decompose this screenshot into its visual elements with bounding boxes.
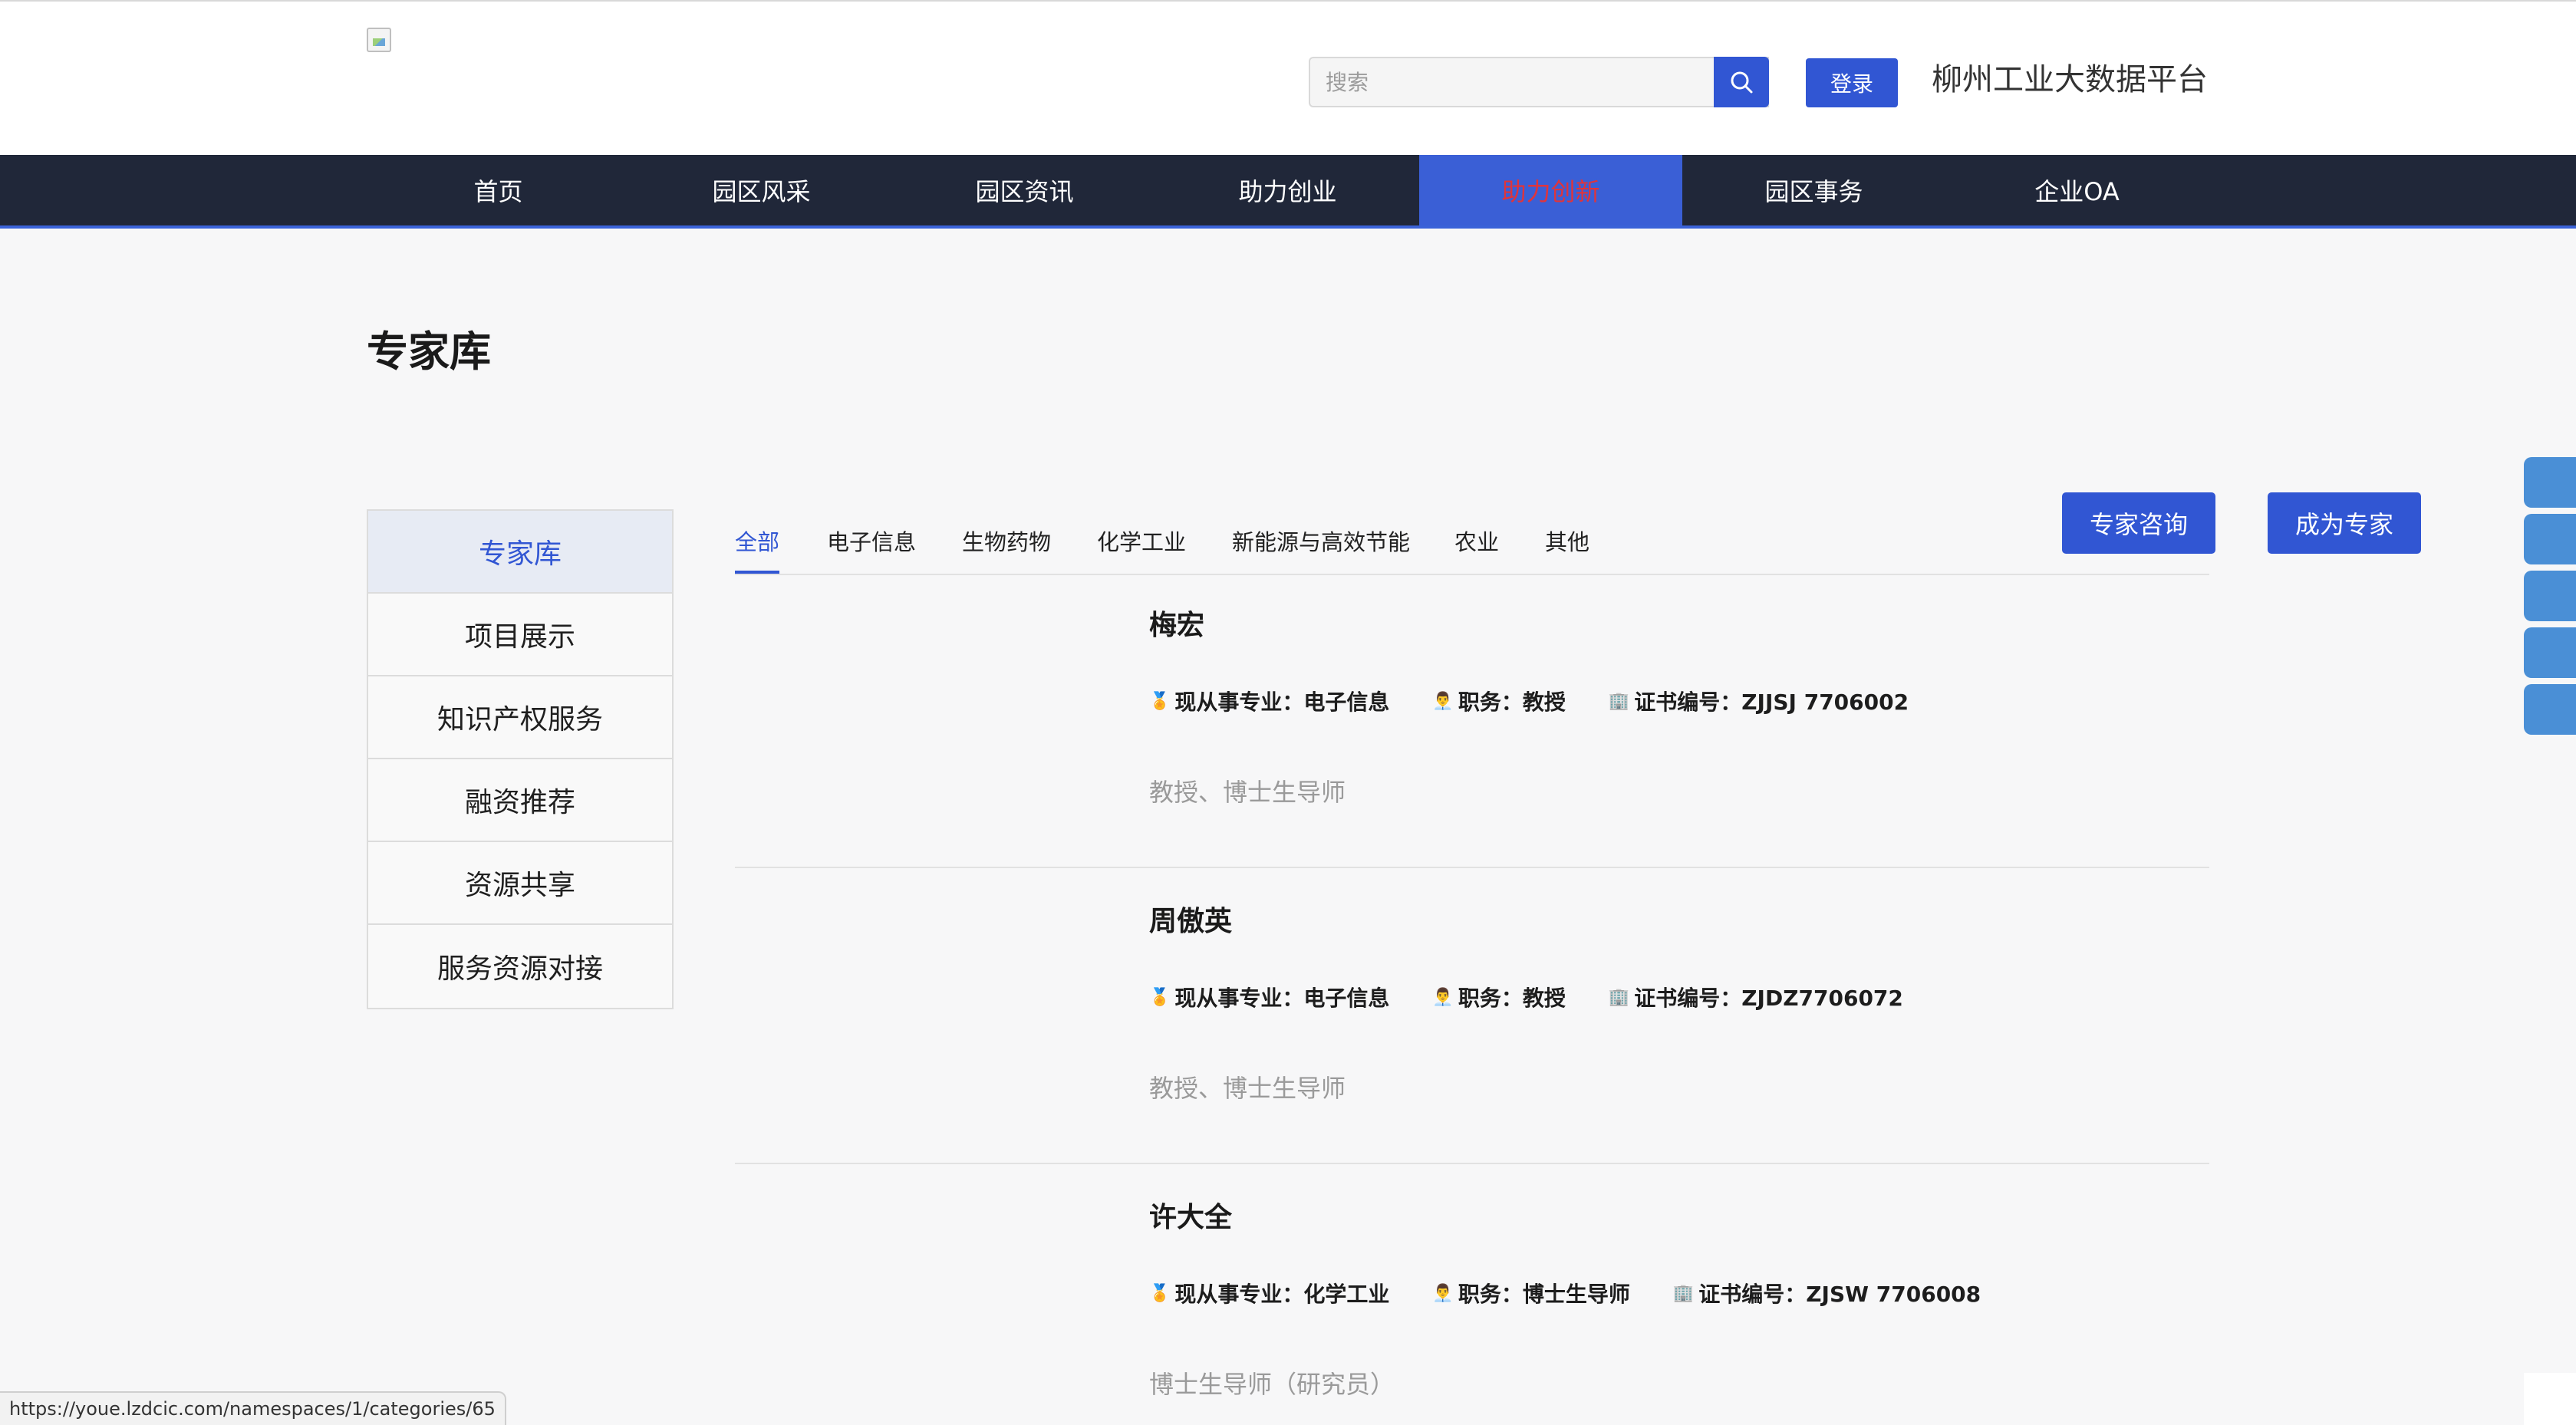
nav-item-home[interactable]: 首页 xyxy=(367,155,630,225)
expert-position-text: 职务：博士生导师 xyxy=(1458,1282,1630,1307)
tab-electronics[interactable]: 电子信息 xyxy=(827,525,916,571)
sidebar-item-ip-services[interactable]: 知识产权服务 xyxy=(368,676,672,759)
expert-desc: 教授、博士生导师 xyxy=(1149,778,1346,807)
sidebar-item-expert-library[interactable]: 专家库 xyxy=(368,511,672,594)
list-item[interactable]: 许大全 🏅 现从事专业：化学工业 👨‍💼 职务：博士生导师 🏢 证书编号：ZJSW 7… xyxy=(735,1164,2209,1425)
expert-meta: 🏅 现从事专业：电子信息 👨‍💼 职务：教授 🏢 证书编号：ZJJSJ 7706002 xyxy=(1149,686,1952,716)
building-icon: 🏢 xyxy=(1608,691,1630,711)
expert-desc: 博士生导师（研究员） xyxy=(1149,1370,1395,1399)
tab-all[interactable]: 全部 xyxy=(735,525,780,574)
nav-item-park-news[interactable]: 园区资讯 xyxy=(893,155,1156,225)
medal-icon: 🏅 xyxy=(1149,691,1171,711)
platform-name[interactable]: 柳州工业大数据平台 xyxy=(1932,58,2208,101)
list-item[interactable]: 梅宏 🏅 现从事专业：电子信息 👨‍💼 职务：教授 🏢 证书编号：ZJJSJ 7706… xyxy=(735,572,2209,868)
back-to-top[interactable] xyxy=(2524,1373,2576,1425)
login-button[interactable]: 登录 xyxy=(1806,58,1898,107)
nav-item-park-affairs[interactable]: 园区事务 xyxy=(1682,155,1945,225)
tab-new-energy[interactable]: 新能源与高效节能 xyxy=(1232,525,1410,571)
expert-cert: 🏢 证书编号：ZJDZ7706072 xyxy=(1609,982,1903,1012)
become-expert-button[interactable]: 成为专家 xyxy=(2268,492,2421,554)
search-button[interactable] xyxy=(1714,57,1769,107)
person-icon: 👨‍💼 xyxy=(1432,691,1454,711)
search-icon xyxy=(1731,71,1753,94)
tab-chemical[interactable]: 化学工业 xyxy=(1097,525,1186,571)
expert-meta: 🏅 现从事专业：电子信息 👨‍💼 职务：教授 🏢 证书编号：ZJDZ7706072 xyxy=(1149,982,1946,1012)
category-tabs: 全部 电子信息 生物药物 化学工业 新能源与高效节能 农业 其他 xyxy=(735,506,2209,575)
expert-major-text: 现从事专业：电子信息 xyxy=(1174,986,1390,1011)
float-button-3[interactable] xyxy=(2524,571,2576,621)
expert-name[interactable]: 周傲英 xyxy=(1149,899,1232,939)
expert-name[interactable]: 许大全 xyxy=(1149,1195,1232,1235)
expert-cert-text: 证书编号：ZJSW 7706008 xyxy=(1698,1282,1981,1307)
sidebar-item-project-showcase[interactable]: 项目展示 xyxy=(368,594,672,676)
building-icon: 🏢 xyxy=(1608,987,1630,1007)
person-icon: 👨‍💼 xyxy=(1432,1283,1454,1303)
expert-name[interactable]: 梅宏 xyxy=(1149,603,1204,643)
person-icon: 👨‍💼 xyxy=(1432,987,1454,1007)
main-nav: 首页 园区风采 园区资讯 助力创业 助力创新 园区事务 企业OA xyxy=(0,155,2576,229)
expert-major-text: 现从事专业：电子信息 xyxy=(1174,689,1390,715)
expert-major-text: 现从事专业：化学工业 xyxy=(1174,1282,1390,1307)
tab-biopharma[interactable]: 生物药物 xyxy=(962,525,1051,571)
expert-major: 🏅 现从事专业：电子信息 xyxy=(1149,686,1389,716)
sidebar-item-service-matching[interactable]: 服务资源对接 xyxy=(368,925,672,1008)
expert-position: 👨‍💼 职务：教授 xyxy=(1432,686,1565,716)
float-button-2[interactable] xyxy=(2524,514,2576,564)
sidebar: 专家库 项目展示 知识产权服务 融资推荐 资源共享 服务资源对接 xyxy=(367,509,674,1009)
expert-cert-text: 证书编号：ZJDZ7706072 xyxy=(1634,986,1903,1011)
tab-other[interactable]: 其他 xyxy=(1545,525,1589,571)
sidebar-item-resource-sharing[interactable]: 资源共享 xyxy=(368,842,672,925)
status-url-bar: https://youe.lzdcic.com/namespaces/1/cat… xyxy=(0,1391,506,1425)
medal-icon: 🏅 xyxy=(1149,987,1171,1007)
expert-cert-text: 证书编号：ZJJSJ 7706002 xyxy=(1634,689,1909,715)
nav-item-park-showcase[interactable]: 园区风采 xyxy=(630,155,893,225)
float-button-4[interactable] xyxy=(2524,627,2576,678)
nav-item-startup-support[interactable]: 助力创业 xyxy=(1156,155,1419,225)
site-header: 登录 柳州工业大数据平台 xyxy=(0,0,2576,155)
medal-icon: 🏅 xyxy=(1149,1283,1171,1303)
expert-desc: 教授、博士生导师 xyxy=(1149,1074,1346,1103)
expert-position: 👨‍💼 职务：教授 xyxy=(1432,982,1565,1012)
expert-cert: 🏢 证书编号：ZJJSJ 7706002 xyxy=(1609,686,1909,716)
expert-major: 🏅 现从事专业：电子信息 xyxy=(1149,982,1389,1012)
site-logo[interactable] xyxy=(367,28,391,52)
page-title: 专家库 xyxy=(367,327,491,376)
nav-item-enterprise-oa[interactable]: 企业OA xyxy=(1945,155,2209,225)
float-button-5[interactable] xyxy=(2524,684,2576,735)
list-item[interactable]: 周傲英 🏅 现从事专业：电子信息 👨‍💼 职务：教授 🏢 证书编号：ZJDZ77060… xyxy=(735,868,2209,1164)
expert-consult-button[interactable]: 专家咨询 xyxy=(2062,492,2215,554)
sidebar-item-financing[interactable]: 融资推荐 xyxy=(368,759,672,842)
expert-cert: 🏢 证书编号：ZJSW 7706008 xyxy=(1673,1278,1981,1308)
nav-item-innovation-support[interactable]: 助力创新 xyxy=(1419,155,1682,225)
building-icon: 🏢 xyxy=(1672,1283,1695,1303)
expert-major: 🏅 现从事专业：化学工业 xyxy=(1149,1278,1389,1308)
expert-position: 👨‍💼 职务：博士生导师 xyxy=(1432,1278,1629,1308)
expert-position-text: 职务：教授 xyxy=(1458,986,1566,1011)
float-button-1[interactable] xyxy=(2524,457,2576,508)
expert-position-text: 职务：教授 xyxy=(1458,689,1566,715)
expert-meta: 🏅 现从事专业：化学工业 👨‍💼 职务：博士生导师 🏢 证书编号：ZJSW 77060… xyxy=(1149,1278,2024,1308)
search-input[interactable] xyxy=(1309,57,1769,107)
tab-agriculture[interactable]: 农业 xyxy=(1454,525,1499,571)
